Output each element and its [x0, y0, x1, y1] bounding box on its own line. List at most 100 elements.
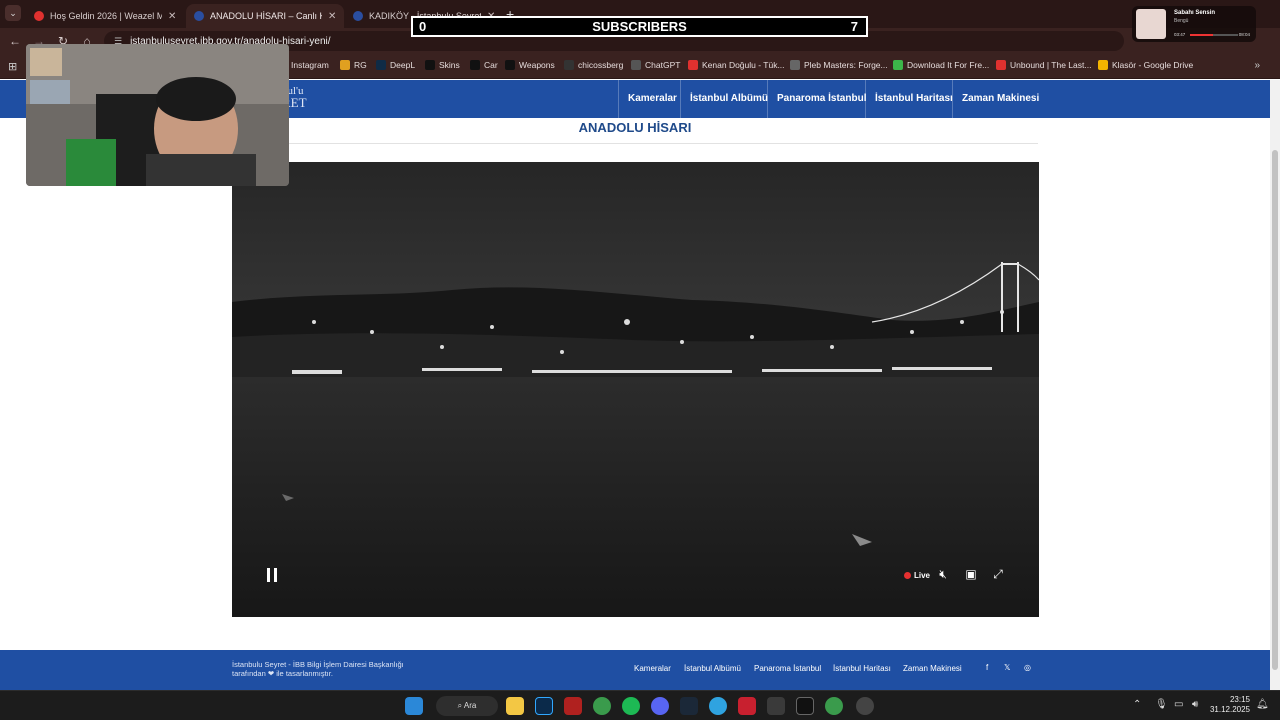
now-playing-widget: Sabahı Sensin Bengü 03:47 08:04 — [1132, 6, 1256, 42]
scrollbar-thumb[interactable] — [1272, 150, 1278, 670]
car-icon — [470, 60, 480, 70]
taskbar-search[interactable]: ⌕ Ara — [436, 696, 498, 716]
fullscreen-icon[interactable]: ⤢ — [990, 567, 1006, 582]
footer-link-album[interactable]: İstanbul Albümü — [684, 664, 741, 673]
microphone-icon[interactable]: 🎙︎ — [1155, 699, 1168, 710]
bookmark-item[interactable]: Unbound | The Last... — [996, 60, 1091, 70]
chatgpt-icon — [631, 60, 641, 70]
subscriber-counter: SUBSCRIBERS 0 7 — [411, 16, 868, 37]
tab-search-button[interactable]: ⌄ — [5, 5, 21, 21]
bookmark-item[interactable]: Weapons — [505, 60, 555, 70]
youtube-icon — [688, 60, 698, 70]
spotify-icon[interactable] — [622, 697, 640, 715]
epic-games-icon[interactable] — [796, 697, 814, 715]
song-artist: Bengü — [1174, 18, 1189, 24]
bookmark-item[interactable]: DeepL — [376, 60, 415, 70]
bookmark-label: Weapons — [519, 60, 555, 70]
bookmark-item[interactable]: Skins — [425, 60, 460, 70]
webcam-video — [26, 44, 289, 186]
bookmark-item[interactable]: Download It For Fre... — [893, 60, 989, 70]
app-icon[interactable] — [738, 697, 756, 715]
live-dot-icon — [904, 572, 911, 579]
bookmark-label: RG — [354, 60, 367, 70]
network-icon[interactable]: ▭ — [1174, 699, 1183, 710]
footer-link-panorama[interactable]: Panaroma İstanbul — [754, 664, 821, 673]
file-explorer-icon[interactable] — [506, 697, 524, 715]
bookmark-label: Skins — [439, 60, 460, 70]
pause-button[interactable] — [266, 568, 278, 582]
taskbar-clock[interactable]: 23:15 31.12.2025 — [1210, 695, 1250, 715]
site-favicon-icon — [353, 11, 363, 21]
rg-icon — [340, 60, 350, 70]
windows-start-icon[interactable] — [405, 697, 423, 715]
streamer-webcam — [26, 44, 289, 186]
x-twitter-icon[interactable]: 𝕏 — [1004, 663, 1010, 672]
back-icon[interactable]: ← — [8, 34, 22, 48]
deepl-icon — [376, 60, 386, 70]
tray-chevron-icon[interactable]: ⌃ — [1133, 699, 1141, 710]
subscriber-counter-right: 7 — [850, 19, 858, 34]
bookmark-item[interactable]: Pleb Masters: Forge... — [790, 60, 888, 70]
picture-in-picture-icon[interactable]: ▣ — [963, 567, 979, 581]
chrome-icon[interactable] — [593, 697, 611, 715]
pause-bar — [267, 568, 270, 582]
subscriber-counter-title: SUBSCRIBERS — [592, 19, 687, 34]
nav-link-album[interactable]: İstanbul Albümü — [680, 80, 777, 118]
notifications-icon[interactable]: 🔔︎ — [1256, 699, 1269, 710]
bookmark-item[interactable]: chicossberg — [564, 60, 623, 70]
browser-tab[interactable]: Hoş Geldin 2026 | Weazel Medi ✕ — [26, 4, 184, 28]
bookmark-label: chicossberg — [578, 60, 624, 70]
pause-bar — [274, 568, 277, 582]
nav-link-time-machine[interactable]: Zaman Makinesi — [952, 80, 1048, 118]
footer-link-cameras[interactable]: Kameralar — [634, 664, 671, 673]
edge-icon[interactable] — [709, 697, 727, 715]
nav-link-map[interactable]: İstanbul Haritası — [865, 80, 962, 118]
bookmarks-overflow-icon[interactable]: » — [1254, 60, 1260, 71]
photoshop-icon[interactable] — [535, 697, 553, 715]
steam-icon[interactable] — [680, 697, 698, 715]
settings-app-icon[interactable] — [767, 697, 785, 715]
song-title: Sabahı Sensin — [1174, 10, 1216, 16]
browser-tab-active[interactable]: ANADOLU HİSARI – Canlı Kame ✕ — [186, 4, 345, 28]
page-scrollbar[interactable] — [1270, 80, 1280, 690]
footer-link-time-machine[interactable]: Zaman Makinesi — [903, 664, 962, 673]
clock-date: 31.12.2025 — [1209, 705, 1250, 714]
discord-icon[interactable] — [651, 697, 669, 715]
download-icon — [893, 60, 903, 70]
bookmark-item[interactable]: Kenan Doğulu - Tük... — [688, 60, 785, 70]
instagram-icon[interactable]: ◎ — [1024, 663, 1031, 672]
nav-link-cameras[interactable]: Kameralar — [618, 80, 686, 118]
bookmark-label: ChatGPT — [645, 60, 681, 70]
bookmark-label: Unbound | The Last... — [1010, 60, 1092, 70]
windows-taskbar: ⌕ Ara ⌃ 🎙︎ ▭ 🔊︎ 23:15 31.12.2025 🔔︎ — [0, 690, 1280, 720]
live-camera-player[interactable]: Live 🔇︎ ▣ ⤢ — [232, 162, 1039, 617]
nav-link-panorama[interactable]: Panaroma İstanbul — [767, 80, 875, 118]
bookmark-label: Pleb Masters: Forge... — [804, 60, 888, 70]
youtube-icon — [34, 11, 44, 21]
bookmark-label: Klasör - Google Drive — [1112, 60, 1194, 70]
chrome-active-icon[interactable] — [825, 697, 843, 715]
bookmark-item[interactable]: Car — [470, 60, 498, 70]
footer-link-map[interactable]: İstanbul Haritası — [833, 664, 891, 673]
facebook-icon[interactable]: f — [986, 663, 988, 672]
song-total: 08:04 — [1238, 32, 1250, 37]
site-favicon-icon — [194, 11, 204, 21]
bookmark-item[interactable]: RG — [340, 60, 367, 70]
live-badge: Live — [904, 571, 930, 580]
site-footer: İstanbulu Seyret - İBB Bilgi İşlem Daire… — [0, 650, 1270, 690]
close-icon[interactable]: ✕ — [168, 11, 176, 22]
filezilla-icon[interactable] — [564, 697, 582, 715]
bookmark-label: Car — [484, 60, 498, 70]
page-title: ANADOLU HİSARI — [232, 118, 1038, 144]
bookmark-label: Instagram — [291, 60, 329, 70]
apps-grid-icon[interactable]: ⊞ — [8, 60, 17, 73]
app-icon[interactable] — [856, 697, 874, 715]
bookmark-item[interactable]: Klasör - Google Drive — [1098, 60, 1193, 70]
close-icon[interactable]: ✕ — [328, 11, 336, 22]
mute-icon[interactable]: 🔇︎ — [935, 567, 951, 582]
tab-title: Hoş Geldin 2026 | Weazel Medi — [50, 11, 162, 21]
live-label: Live — [914, 571, 931, 580]
volume-icon[interactable]: 🔊︎ — [1192, 699, 1198, 710]
bookmark-item[interactable]: ChatGPT — [631, 60, 680, 70]
song-progress-bar — [1190, 34, 1238, 36]
